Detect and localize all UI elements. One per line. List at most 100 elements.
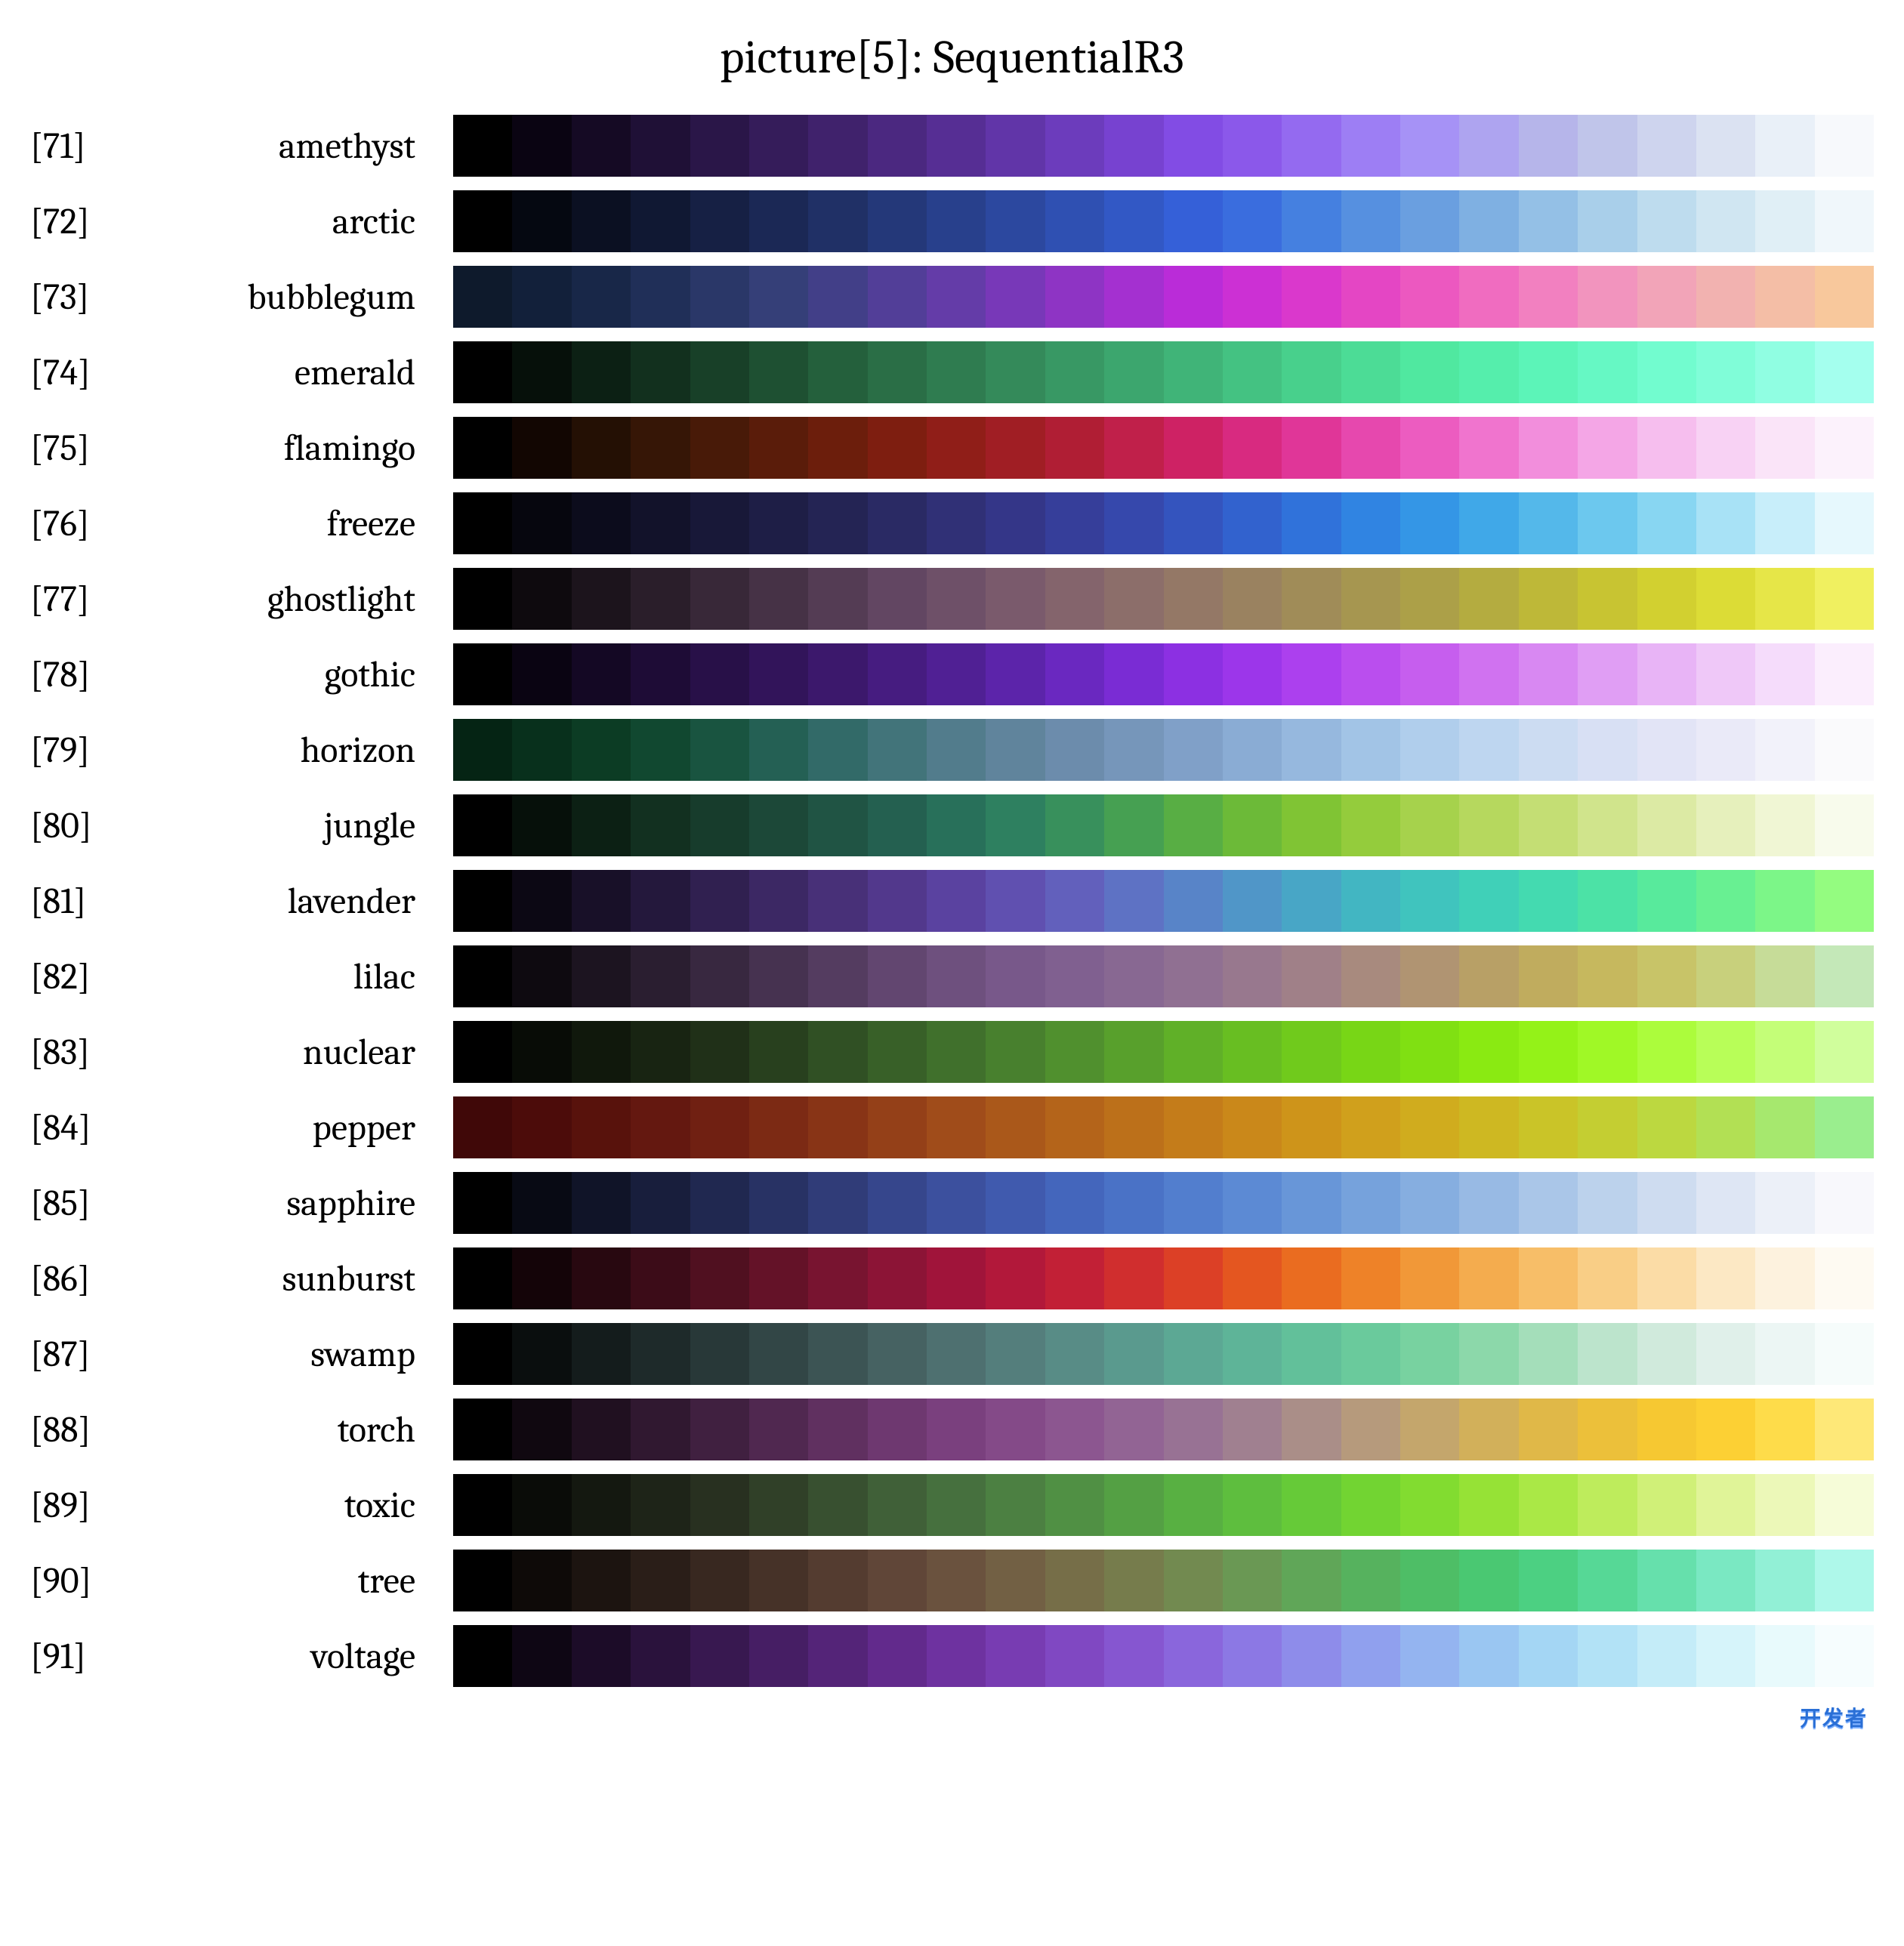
swatch	[1282, 719, 1341, 781]
swatch	[631, 643, 690, 705]
swatch	[1755, 1172, 1814, 1234]
swatch	[1104, 1247, 1163, 1309]
swatch	[1637, 568, 1696, 630]
swatch	[631, 1096, 690, 1158]
swatch	[1223, 1247, 1282, 1309]
swatch	[512, 341, 571, 403]
swatch	[1400, 1399, 1459, 1460]
color-bar	[453, 1021, 1874, 1083]
swatch	[453, 1399, 512, 1460]
swatch	[1578, 1021, 1637, 1083]
swatch	[1223, 1625, 1282, 1687]
colormap-row: [77]ghostlight	[30, 568, 1874, 630]
swatch	[1755, 1625, 1814, 1687]
swatch	[927, 266, 986, 328]
swatch	[1045, 945, 1104, 1007]
swatch	[1164, 1247, 1223, 1309]
swatch	[1519, 1096, 1578, 1158]
swatch	[749, 1247, 808, 1309]
row-name: horizon	[128, 729, 453, 771]
swatch	[1815, 190, 1874, 252]
swatch	[453, 492, 512, 554]
row-index: [77]	[30, 578, 128, 620]
swatch	[1755, 1474, 1814, 1536]
swatch	[1459, 341, 1518, 403]
swatch	[1045, 643, 1104, 705]
color-bar	[453, 643, 1874, 705]
swatch	[986, 417, 1045, 479]
swatch	[1400, 568, 1459, 630]
swatch	[1815, 1323, 1874, 1385]
swatch	[1815, 1247, 1874, 1309]
colormap-row: [72]arctic	[30, 190, 1874, 252]
swatch	[1815, 719, 1874, 781]
colormap-row: [84]pepper	[30, 1096, 1874, 1158]
swatch	[631, 1550, 690, 1611]
row-name: sunburst	[128, 1258, 453, 1300]
swatch	[808, 1247, 867, 1309]
swatch	[986, 1323, 1045, 1385]
swatch	[1400, 643, 1459, 705]
swatch	[1282, 417, 1341, 479]
swatch	[1104, 568, 1163, 630]
swatch	[927, 341, 986, 403]
swatch	[1815, 115, 1874, 177]
swatch	[1578, 417, 1637, 479]
swatch	[1519, 870, 1578, 932]
swatch	[1104, 417, 1163, 479]
swatch	[1164, 568, 1223, 630]
swatch	[1815, 1474, 1874, 1536]
swatch	[1637, 417, 1696, 479]
swatch	[512, 1323, 571, 1385]
swatch	[1815, 417, 1874, 479]
swatch	[1519, 190, 1578, 252]
swatch	[868, 492, 927, 554]
swatch	[512, 417, 571, 479]
colormap-row: [75]flamingo	[30, 417, 1874, 479]
swatch	[1459, 1021, 1518, 1083]
swatch	[1459, 115, 1518, 177]
swatch	[1578, 492, 1637, 554]
page-title: picture[5]: SequentialR3	[30, 30, 1874, 85]
swatch	[1400, 115, 1459, 177]
swatch	[808, 492, 867, 554]
color-bar	[453, 1323, 1874, 1385]
swatch	[1696, 341, 1755, 403]
swatch	[1637, 1550, 1696, 1611]
swatch	[1282, 1550, 1341, 1611]
swatch	[808, 945, 867, 1007]
swatch	[1400, 719, 1459, 781]
swatch	[1223, 719, 1282, 781]
swatch	[868, 870, 927, 932]
color-bar	[453, 492, 1874, 554]
row-name: pepper	[128, 1107, 453, 1149]
swatch	[1755, 568, 1814, 630]
swatch	[453, 643, 512, 705]
swatch	[986, 1021, 1045, 1083]
swatch	[453, 719, 512, 781]
swatch	[1282, 945, 1341, 1007]
swatch	[1400, 266, 1459, 328]
swatch	[453, 1625, 512, 1687]
swatch	[1341, 492, 1400, 554]
swatch	[1164, 266, 1223, 328]
swatch	[572, 568, 631, 630]
swatch	[1223, 492, 1282, 554]
row-index: [82]	[30, 956, 128, 998]
swatch	[868, 190, 927, 252]
swatch	[1519, 1323, 1578, 1385]
swatch	[1459, 1247, 1518, 1309]
swatch	[1045, 115, 1104, 177]
swatch	[1223, 266, 1282, 328]
swatch	[1755, 719, 1814, 781]
swatch	[749, 870, 808, 932]
swatch	[453, 568, 512, 630]
swatch	[1400, 945, 1459, 1007]
color-bar	[453, 417, 1874, 479]
swatch	[927, 945, 986, 1007]
swatch	[1637, 341, 1696, 403]
colormap-row: [90]tree	[30, 1550, 1874, 1611]
swatch	[927, 719, 986, 781]
swatch	[868, 1625, 927, 1687]
swatch	[1815, 266, 1874, 328]
